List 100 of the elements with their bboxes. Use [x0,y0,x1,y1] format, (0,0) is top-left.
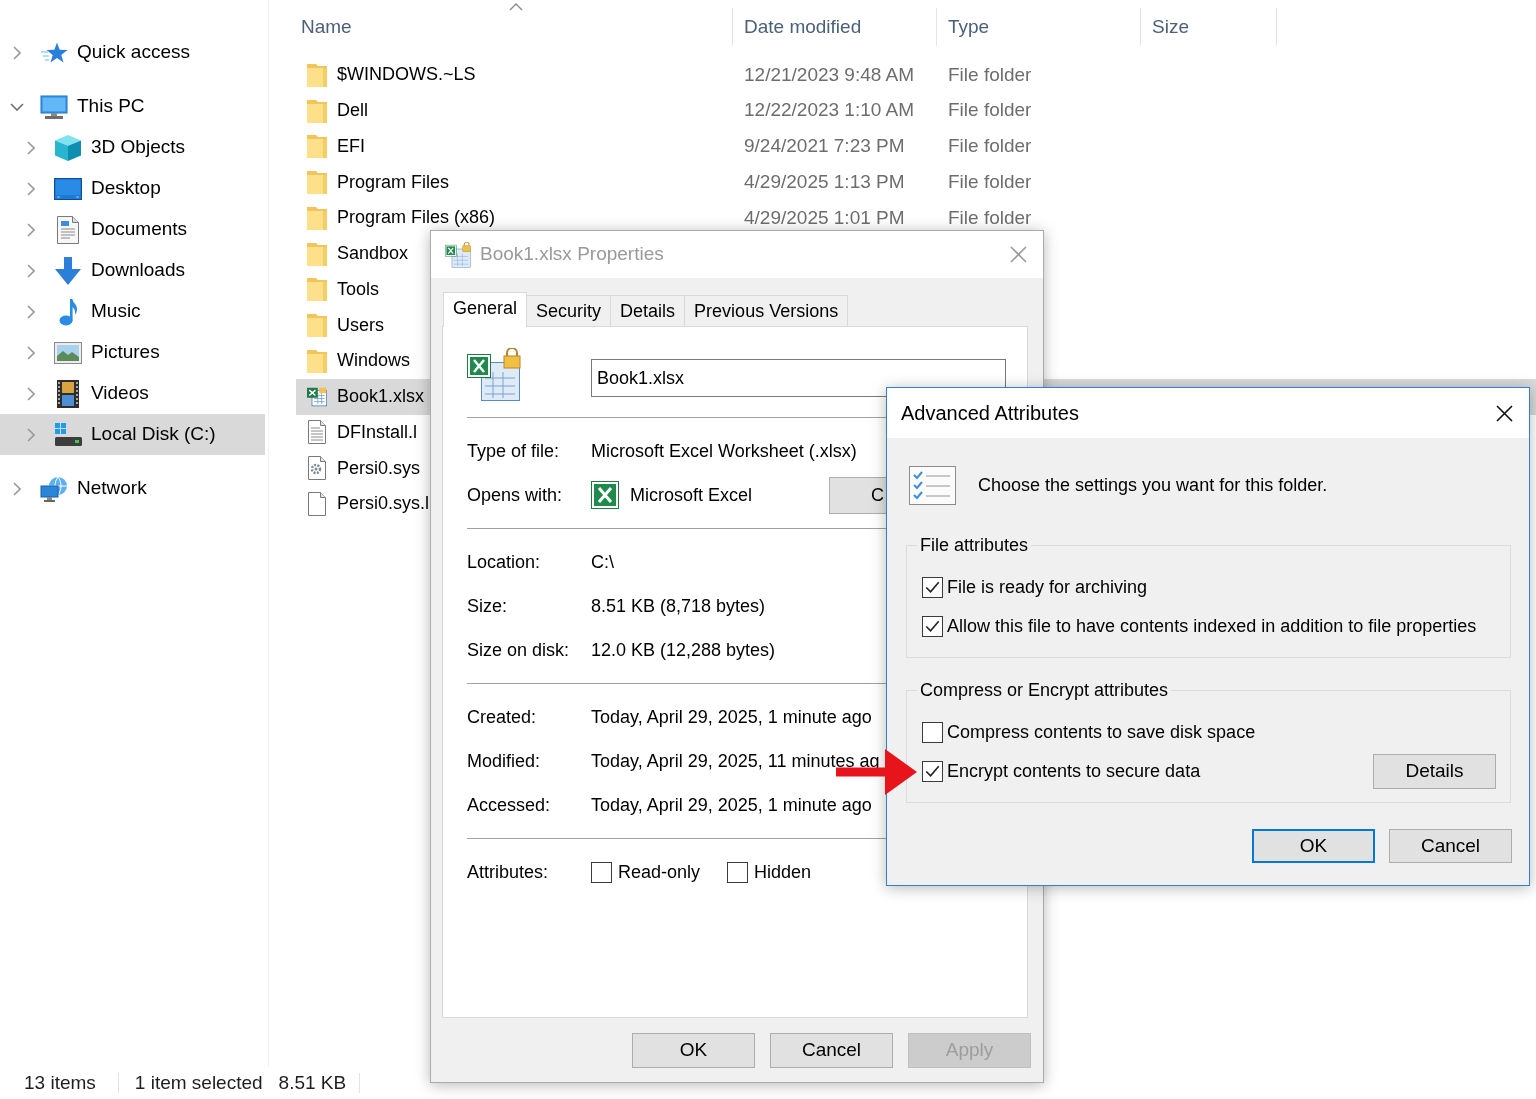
file-name[interactable]: $WINDOWS.~LS [337,61,476,89]
chevron-right-icon[interactable] [27,427,35,442]
field-label: Created: [467,705,538,729]
tab[interactable]: General [443,292,528,327]
checkbox[interactable] [591,861,612,883]
field-value: 8.51 KB (8,718 bytes) [591,594,766,618]
dialog-button[interactable]: Details [1373,754,1496,789]
sort-up-icon [508,3,523,11]
checkbox-label: Hidden [754,860,812,884]
field-value: 12.0 KB (12,288 bytes) [591,638,776,662]
desktop-screen-icon [54,177,82,200]
checkbox[interactable] [922,722,943,743]
checkbox[interactable] [922,616,943,637]
folder-icon [307,62,327,87]
date-modified: 4/29/2025 1:13 PM [744,170,905,192]
chevron-right-icon[interactable] [27,345,35,360]
file-name[interactable]: Program Files [337,168,450,196]
folder-icon [307,205,327,230]
chevron-right-icon[interactable] [27,263,35,278]
blank-file-icon [308,491,326,516]
file-name[interactable]: Program Files (x86) [337,204,496,232]
down-arrow-icon [55,256,81,285]
nav-item[interactable]: Desktop [0,168,265,209]
nav-item[interactable]: Pictures [0,332,265,373]
file-name[interactable]: Book1.xlsx [337,383,425,411]
folder-icon [307,98,327,123]
chevron-right-icon[interactable] [27,386,35,401]
date-modified: 12/21/2023 9:48 AM [744,63,915,85]
file-type: File folder [948,63,1032,85]
field-value: C:\ [591,550,614,574]
chevron-right-icon[interactable] [27,222,35,237]
chevron-down-icon[interactable] [10,102,24,111]
folder-icon [307,277,327,302]
file-name[interactable]: Windows [337,347,411,375]
music-note-icon [59,297,77,326]
field-value: Today, April 29, 2025, 1 minute ago [591,793,872,817]
chevron-right-icon[interactable] [27,304,35,319]
folder-icon [307,241,327,266]
nav-item[interactable]: Downloads [0,250,265,291]
checkbox-label: Encrypt contents to secure data [947,760,1201,783]
dialog-button[interactable]: Cancel [770,1033,893,1068]
dialog-button[interactable]: Cancel [1389,829,1512,863]
network-icon [40,475,68,502]
chevron-right-icon[interactable] [13,481,21,496]
file-type: File folder [948,99,1032,121]
nav-item[interactable]: Music [0,291,265,332]
field-label: Type of file: [467,439,561,463]
nav-item[interactable]: Documents [0,209,265,250]
file-name[interactable]: Tools [337,275,380,303]
dialog-button[interactable]: OK [632,1033,755,1068]
cube-icon [55,134,81,161]
status-text: 13 items [24,1070,96,1095]
dialog-button[interactable]: OK [1252,829,1375,863]
checkbox[interactable] [922,761,943,782]
folder-icon [307,313,327,338]
nav-item[interactable]: Local Disk (C:) [0,414,265,455]
folder-icon [307,170,327,195]
checkbox-label: Compress contents to save disk space [947,721,1256,744]
file-name[interactable]: EFI [337,132,365,160]
file-name[interactable]: Persi0.sys [337,454,421,482]
window-title: Book1.xlsx Properties [480,242,664,267]
chevron-right-icon[interactable] [27,181,35,196]
checkbox[interactable] [727,861,749,883]
drive-icon [54,423,82,446]
file-type: File folder [948,135,1032,157]
field-value: Today, April 29, 2025, 1 minute ago [591,705,872,729]
file-name[interactable]: Sandbox [337,240,409,268]
text-file-icon [308,420,326,445]
chevron-right-icon[interactable] [13,45,21,60]
field-value: Microsoft Excel Worksheet (.xlsx) [591,439,857,463]
nav-item[interactable]: Quick access [0,32,265,73]
file-name[interactable]: Dell [337,97,368,125]
date-modified: 4/29/2025 1:01 PM [744,206,905,228]
chevron-right-icon[interactable] [27,140,35,155]
button[interactable]: C [829,476,887,514]
status-text: 1 item selected [134,1070,263,1095]
checkbox-label: File is ready for archiving [947,576,1148,599]
picture-icon [54,341,82,364]
nav-item[interactable]: This PC [0,86,265,127]
spreadsheet-lock-icon [445,241,471,268]
field-label: Opens with: [467,483,564,507]
field-label: Accessed: [467,793,552,817]
star-icon [40,42,68,63]
film-strip-icon [57,379,79,408]
tab[interactable]: Previous Versions [684,295,849,326]
field-value: Microsoft Excel [630,483,753,507]
file-name-field[interactable]: Book1.xlsx [591,359,1006,397]
file-name[interactable]: DFInstall.l [337,418,417,446]
document-icon [57,215,79,244]
checkbox-label: Allow this file to have contents indexed in addition to file properties [947,615,1477,638]
checkbox[interactable] [922,577,943,598]
nav-item[interactable]: 3D Objects [0,127,265,168]
field-label: Attributes: [467,860,550,884]
close-icon[interactable] [1496,404,1513,422]
file-name[interactable]: Persi0.sys.l [337,490,430,518]
file-name[interactable]: Users [337,311,384,339]
nav-item[interactable]: Network [0,468,265,509]
nav-item[interactable]: Videos [0,373,265,414]
checkbox-label: Read-only [618,860,701,884]
field-label: Size: [467,594,509,618]
